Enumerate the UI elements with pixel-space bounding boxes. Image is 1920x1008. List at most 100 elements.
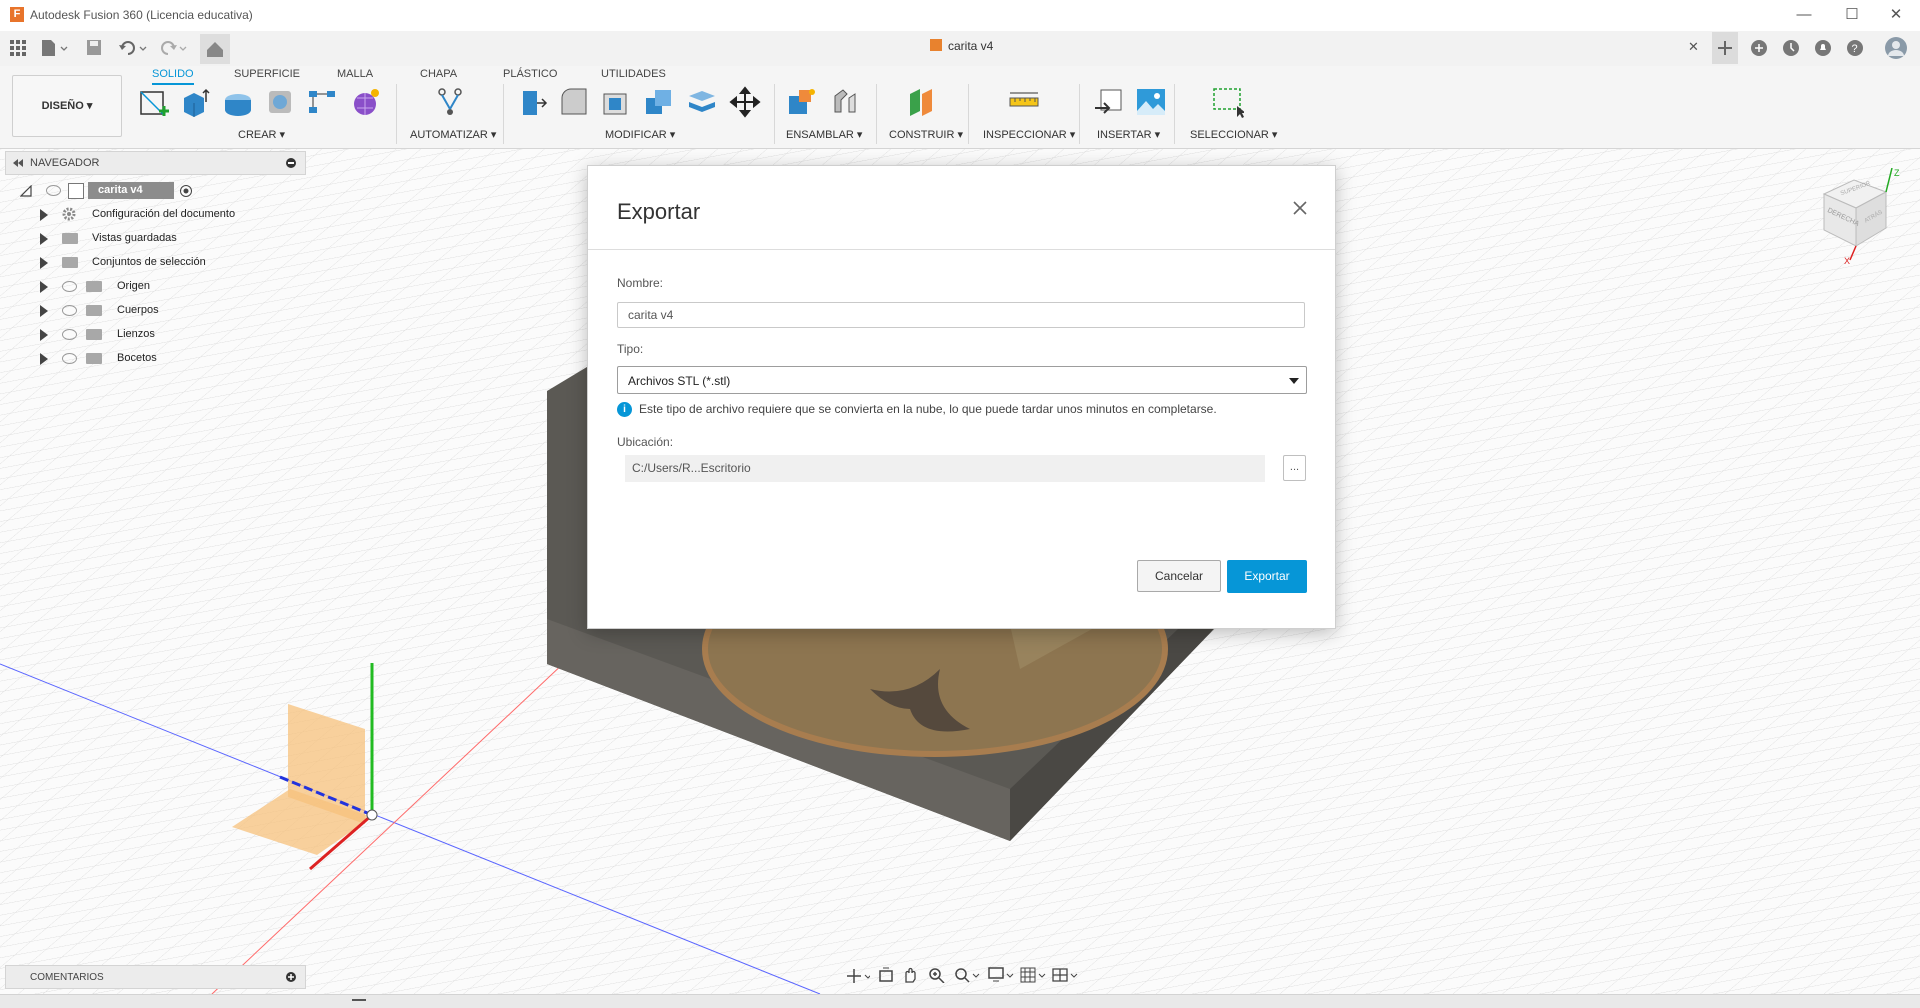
navigator-item[interactable]: Bocetos	[40, 351, 310, 371]
grid-settings-icon[interactable]	[1020, 967, 1046, 983]
maximize-button[interactable]: ☐	[1830, 3, 1874, 27]
tab-plastico[interactable]: PLÁSTICO	[503, 68, 557, 80]
create-menu[interactable]: CREAR ▾	[238, 128, 285, 141]
file-menu-icon[interactable]	[40, 39, 68, 57]
file-type-select[interactable]: Archivos STL (*.stl)	[617, 366, 1307, 394]
visibility-eye-icon[interactable]	[46, 185, 61, 196]
visibility-eye-icon[interactable]	[62, 281, 77, 292]
revolve-icon[interactable]	[222, 86, 254, 118]
name-input[interactable]	[617, 302, 1305, 328]
save-icon[interactable]	[86, 39, 102, 57]
ribbon-separator	[968, 84, 969, 144]
expand-arrow-icon[interactable]	[40, 257, 48, 269]
minimize-panel-icon[interactable]	[285, 157, 297, 169]
expand-root-icon[interactable]	[20, 185, 32, 197]
undo-icon[interactable]	[118, 39, 148, 57]
press-pull-icon[interactable]	[516, 86, 548, 118]
pan-hand-icon[interactable]	[902, 966, 918, 984]
tab-chapa[interactable]: CHAPA	[420, 68, 457, 80]
look-at-icon[interactable]	[878, 967, 894, 983]
insert-derive-icon[interactable]	[1093, 86, 1125, 118]
tab-utilidades[interactable]: UTILIDADES	[601, 68, 666, 80]
expand-arrow-icon[interactable]	[40, 329, 48, 341]
fillet-icon[interactable]	[558, 86, 590, 118]
browse-button[interactable]: ...	[1283, 455, 1306, 481]
notifications-icon[interactable]	[1814, 39, 1832, 57]
help-icon[interactable]: ?	[1846, 39, 1864, 57]
export-button[interactable]: Exportar	[1227, 560, 1307, 593]
combine-icon[interactable]	[643, 86, 675, 118]
canvas-image-icon[interactable]	[1135, 86, 1167, 118]
visibility-eye-icon[interactable]	[62, 353, 77, 364]
expand-panel-icon[interactable]	[285, 971, 297, 983]
sweep-icon[interactable]	[264, 86, 296, 118]
job-status-icon[interactable]	[1782, 39, 1800, 57]
tab-superficie[interactable]: SUPERFICIE	[234, 68, 300, 80]
orbit-move-icon[interactable]	[846, 968, 870, 984]
automate-icon[interactable]	[434, 86, 466, 118]
expand-arrow-icon[interactable]	[40, 305, 48, 317]
form-icon[interactable]	[350, 86, 382, 118]
navigator-item[interactable]: Lienzos	[40, 327, 310, 347]
visibility-eye-icon[interactable]	[62, 329, 77, 340]
apps-grid-icon[interactable]	[10, 40, 26, 56]
display-settings-icon[interactable]	[988, 967, 1014, 983]
tab-solido[interactable]: SOLIDO	[152, 68, 194, 85]
dialog-title: Exportar	[617, 199, 701, 224]
shell-icon[interactable]	[600, 86, 632, 118]
folder-icon	[62, 257, 78, 268]
construct-menu[interactable]: CONSTRUIR ▾	[889, 128, 963, 141]
minimize-button[interactable]: —	[1782, 3, 1826, 27]
inspect-menu[interactable]: INSPECCIONAR ▾	[983, 128, 1075, 141]
workspace-switcher[interactable]: DISEÑO ▾	[12, 75, 122, 137]
modify-menu[interactable]: MODIFICAR ▾	[605, 128, 675, 141]
zoom-icon[interactable]	[928, 967, 946, 983]
activate-radio-icon[interactable]	[179, 184, 193, 198]
home-button[interactable]	[200, 34, 230, 64]
viewcube[interactable]: DERECHA SUPERIOR ATRÁS X Z	[1812, 167, 1912, 268]
redo-icon[interactable]	[158, 39, 188, 57]
extrude-icon[interactable]	[180, 86, 212, 118]
close-document-button[interactable]: ✕	[1688, 39, 1699, 55]
viewports-icon[interactable]	[1052, 967, 1078, 983]
navigator-item[interactable]: Vistas guardadas	[40, 231, 310, 251]
offset-face-icon[interactable]	[686, 86, 718, 118]
new-component-icon[interactable]	[786, 86, 818, 118]
new-tab-button[interactable]	[1712, 32, 1738, 64]
document-tab[interactable]: carita v4	[930, 39, 993, 53]
navigator-item[interactable]: Configuración del documento	[40, 207, 310, 227]
automate-menu[interactable]: AUTOMATIZAR ▾	[410, 128, 496, 141]
navigator-root[interactable]: carita v4	[20, 182, 310, 203]
visibility-eye-icon[interactable]	[62, 305, 77, 316]
rectangular-pattern-icon[interactable]	[306, 86, 338, 118]
fit-window-icon[interactable]	[954, 967, 980, 983]
joint-icon[interactable]	[829, 86, 861, 118]
navigator-item[interactable]: Conjuntos de selección	[40, 255, 310, 275]
collapse-panel-icon[interactable]	[12, 158, 24, 168]
tab-malla[interactable]: MALLA	[337, 68, 373, 80]
navigator-item[interactable]: Cuerpos	[40, 303, 310, 323]
user-avatar[interactable]	[1884, 36, 1908, 60]
viewcube-z-label: Z	[1894, 168, 1900, 178]
create-sketch-icon[interactable]	[138, 86, 170, 118]
expand-arrow-icon[interactable]	[40, 233, 48, 245]
expand-arrow-icon[interactable]	[40, 353, 48, 365]
measure-icon[interactable]	[1008, 86, 1040, 118]
comments-panel-header[interactable]: COMENTARIOS	[5, 965, 306, 989]
dialog-close-icon[interactable]	[1289, 197, 1311, 219]
window-close-button[interactable]: ✕	[1874, 3, 1918, 27]
expand-arrow-icon[interactable]	[40, 209, 48, 221]
select-window-icon[interactable]	[1212, 86, 1244, 118]
assemble-menu[interactable]: ENSAMBLAR ▾	[786, 128, 862, 141]
folder-icon	[62, 233, 78, 244]
move-copy-icon[interactable]	[729, 86, 761, 118]
cancel-button[interactable]: Cancelar	[1137, 560, 1221, 592]
offset-plane-icon[interactable]	[906, 86, 938, 118]
origin-point[interactable]	[366, 809, 378, 821]
navigator-item[interactable]: Origen	[40, 279, 310, 299]
insert-menu[interactable]: INSERTAR ▾	[1097, 128, 1160, 141]
svg-text:?: ?	[1852, 43, 1858, 55]
extensions-icon[interactable]	[1750, 39, 1768, 57]
expand-arrow-icon[interactable]	[40, 281, 48, 293]
select-menu[interactable]: SELECCIONAR ▾	[1190, 128, 1277, 141]
